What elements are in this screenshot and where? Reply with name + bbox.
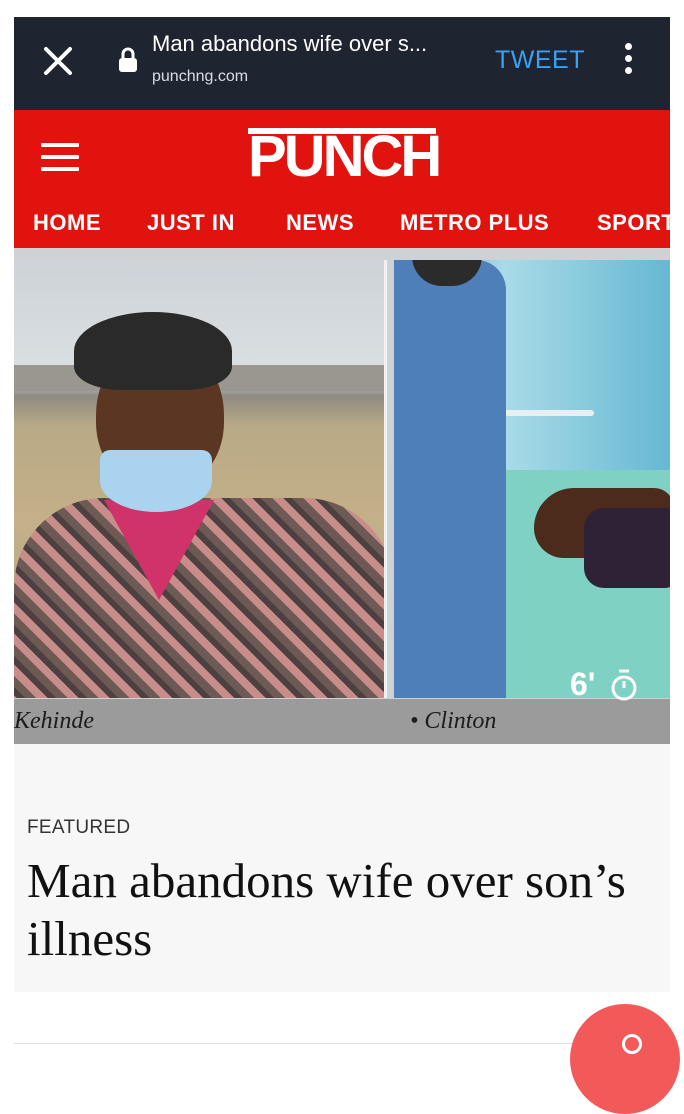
close-button[interactable] [40, 43, 76, 79]
comment-icon [622, 1034, 642, 1054]
hamburger-menu-icon [41, 143, 79, 171]
page-domain: punchng.com [152, 68, 249, 85]
more-options-button[interactable] [618, 43, 638, 79]
nav-news[interactable]: NEWS [286, 210, 354, 236]
nav-just-in[interactable]: JUST IN [147, 210, 235, 236]
photo-clinton [394, 260, 670, 698]
featured-image[interactable]: Kehinde • Clinton 6' [14, 248, 670, 744]
browser-toolbar: Man abandons wife over s... punchng.com … [14, 17, 670, 110]
site-header: PUNCH HOME JUST IN NEWS METRO PLUS SPORT [14, 110, 670, 248]
nav-home[interactable]: HOME [33, 210, 101, 236]
more-vertical-icon [618, 43, 638, 74]
read-time: 6' [570, 666, 596, 702]
article-category[interactable]: FEATURED [27, 817, 130, 839]
lock-icon [119, 47, 137, 72]
photo-kehinde [14, 260, 387, 698]
caption-left: Kehinde [14, 708, 94, 734]
caption-bar [14, 699, 670, 744]
page-title: Man abandons wife over s... [152, 31, 428, 56]
timer-icon [611, 669, 637, 701]
comment-button[interactable] [570, 1004, 680, 1114]
nav-metro-plus[interactable]: METRO PLUS [400, 210, 549, 236]
tweet-button[interactable]: TWEET [495, 46, 585, 75]
site-logo[interactable]: PUNCH [248, 128, 442, 186]
caption-right: • Clinton [410, 708, 497, 734]
browser-frame: Man abandons wife over s... punchng.com … [14, 17, 670, 992]
article-headline: Man abandons wife over son’s illness [27, 853, 626, 966]
nav-sport[interactable]: SPORT [597, 210, 670, 236]
menu-button[interactable] [41, 143, 79, 171]
close-icon [44, 47, 72, 75]
